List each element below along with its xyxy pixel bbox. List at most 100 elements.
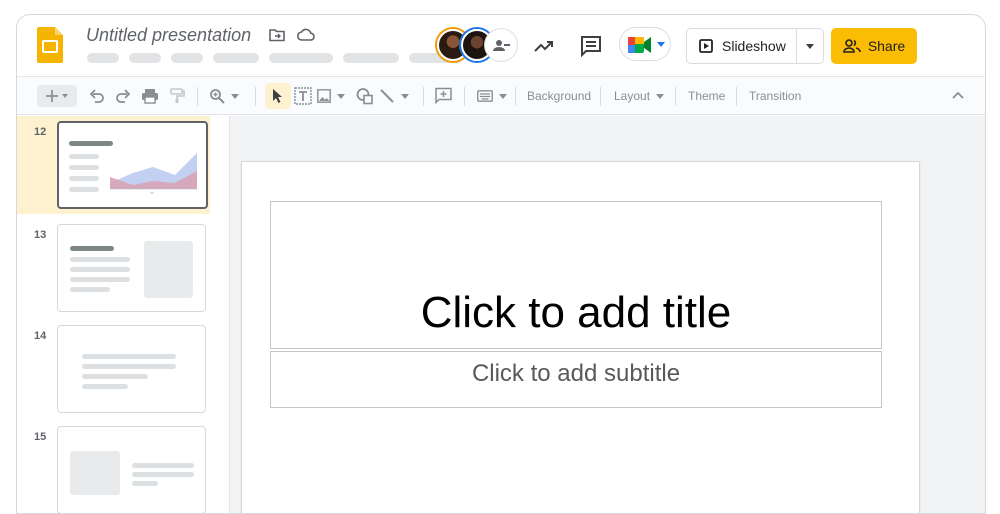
subtitle-placeholder-text: Click to add subtitle: [471, 360, 681, 387]
thumb-line: [132, 472, 194, 477]
thumb-line: [69, 154, 99, 159]
chevron-down-icon: [231, 93, 239, 99]
menu-item-slide[interactable]: [343, 53, 399, 63]
transition-button[interactable]: Transition: [749, 87, 801, 105]
select-cursor-icon: [273, 89, 282, 103]
thumb-line: [82, 374, 148, 379]
layout-button[interactable]: Layout: [614, 87, 665, 105]
paint-format-icon[interactable]: [169, 87, 185, 105]
new-slide-icon: [46, 90, 68, 102]
filmstrip-slide-12[interactable]: 12: [17, 116, 210, 214]
slide-thumbnail[interactable]: [57, 121, 208, 209]
subtitle-placeholder-box[interactable]: Click to add subtitle: [270, 351, 882, 408]
title-placeholder-box[interactable]: Click to add title: [270, 201, 882, 349]
slide-thumbnail[interactable]: [57, 325, 206, 413]
thumb-line: [70, 267, 130, 272]
menu-item-format[interactable]: [269, 53, 333, 63]
thumb-line: [82, 384, 128, 389]
toolbar-divider: [736, 87, 737, 106]
slide-filmstrip: 12 13 14 15: [17, 116, 230, 513]
title-actions: [269, 27, 315, 43]
toolbar-divider: [197, 87, 198, 106]
toolbar-divider: [423, 87, 424, 106]
slideshow-button[interactable]: Slideshow: [687, 29, 797, 63]
collaborator-avatars: [437, 29, 519, 63]
slide-number: 13: [34, 229, 47, 241]
print-icon[interactable]: [141, 87, 159, 105]
slides-logo-icon[interactable]: [37, 27, 63, 63]
thumb-area-chart: [110, 153, 197, 194]
menu-item-file[interactable]: [87, 53, 119, 63]
new-slide-button[interactable]: [37, 85, 77, 107]
theme-button[interactable]: Theme: [688, 87, 725, 105]
slide-number: 15: [34, 431, 47, 443]
slide-number: 12: [34, 126, 47, 138]
thumb-image-placeholder: [70, 451, 120, 495]
comment-icon[interactable]: [580, 35, 602, 57]
thumb-line: [69, 187, 99, 192]
filmstrip-slide-13[interactable]: 13: [17, 219, 210, 317]
slideshow-options-button[interactable]: [797, 29, 823, 63]
undo-icon[interactable]: [89, 87, 105, 105]
toolbar-divider: [255, 87, 256, 106]
image-icon: [317, 89, 331, 103]
slideshow-label: Slideshow: [722, 38, 786, 54]
thumb-line: [69, 176, 99, 181]
redo-icon[interactable]: [115, 87, 131, 105]
top-header: Untitled presentation Slideshow Share: [17, 15, 985, 77]
chevron-down-icon: [657, 42, 665, 47]
collaborator-overflow[interactable]: [485, 29, 517, 61]
thumb-line: [70, 257, 130, 262]
thumb-line: [82, 354, 176, 359]
slideshow-button-group: Slideshow: [686, 28, 824, 64]
activity-trend-icon[interactable]: [533, 35, 555, 57]
document-title[interactable]: Untitled presentation: [86, 25, 251, 46]
toolbar-divider: [515, 87, 516, 106]
current-slide[interactable]: Click to add title Click to add subtitle: [242, 162, 919, 513]
chevron-down-icon: [337, 93, 345, 99]
image-button[interactable]: [317, 87, 345, 105]
chevron-down-icon: [656, 93, 665, 99]
add-person-icon: [493, 40, 510, 51]
meet-button[interactable]: [619, 27, 671, 61]
menu-item-edit[interactable]: [129, 53, 161, 63]
select-tool-button[interactable]: [265, 83, 291, 109]
meet-video-icon: [628, 37, 651, 53]
thumb-line: [70, 277, 130, 282]
slide-editor-canvas: Click to add title Click to add subtitle: [230, 116, 985, 513]
zoom-icon: [210, 89, 225, 104]
thumb-line: [132, 463, 194, 468]
chevron-down-icon: [499, 93, 507, 99]
menu-item-view[interactable]: [171, 53, 203, 63]
toolbar-divider: [675, 87, 676, 106]
share-button[interactable]: Share: [831, 28, 917, 64]
chevron-down-icon: [806, 43, 814, 49]
thumb-image-placeholder: [144, 241, 193, 298]
slide-thumbnail[interactable]: [57, 426, 206, 513]
input-tools-button[interactable]: [477, 87, 507, 105]
present-icon: [699, 39, 713, 53]
move-to-folder-icon[interactable]: [269, 27, 285, 43]
thumb-heading: [70, 246, 114, 251]
zoom-button[interactable]: [209, 87, 239, 105]
toolbar-divider: [464, 87, 465, 106]
collapse-chevron-icon[interactable]: [952, 87, 964, 105]
thumb-line: [70, 287, 110, 292]
cloud-status-icon[interactable]: [297, 27, 315, 43]
shape-icon[interactable]: [356, 87, 373, 105]
title-placeholder-text: Click to add title: [420, 288, 732, 337]
menu-bar: [87, 53, 463, 63]
thumb-heading: [69, 141, 113, 146]
slide-thumbnail[interactable]: [57, 224, 206, 312]
comment-add-icon[interactable]: [435, 87, 452, 105]
background-button[interactable]: Background: [527, 87, 591, 105]
keyboard-input-icon: [477, 90, 493, 102]
people-icon: [843, 39, 861, 53]
line-button[interactable]: [379, 87, 409, 105]
filmstrip-slide-14[interactable]: 14: [17, 320, 210, 418]
share-label: Share: [867, 38, 906, 54]
thumb-line: [132, 481, 158, 486]
text-box-icon[interactable]: [294, 87, 312, 105]
menu-item-insert[interactable]: [213, 53, 259, 63]
filmstrip-slide-15[interactable]: 15: [17, 421, 210, 513]
